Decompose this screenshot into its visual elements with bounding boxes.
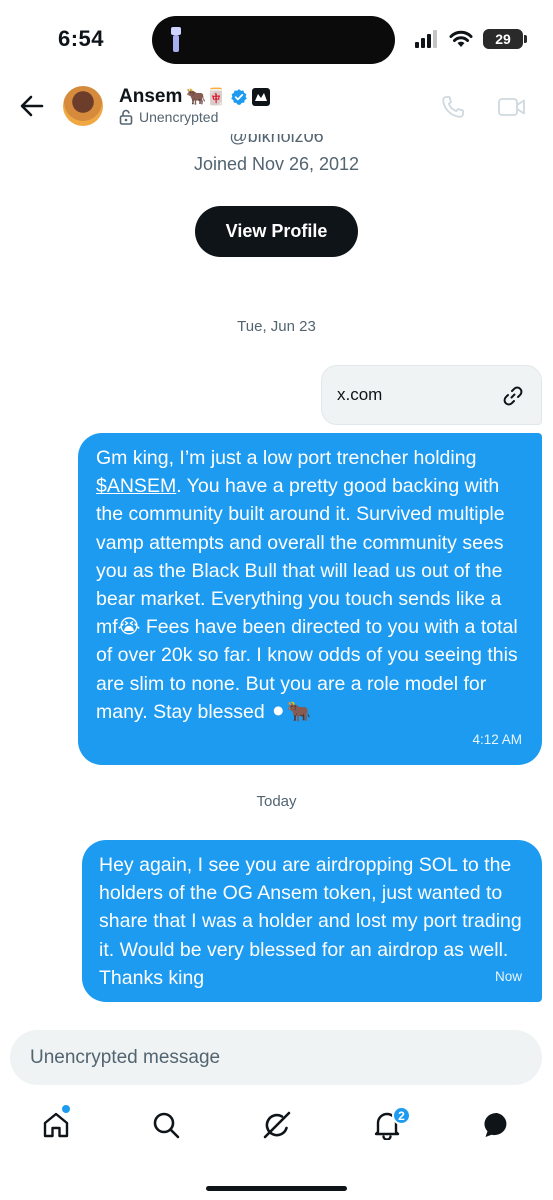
message-bubble[interactable]: Gm king, I’m just a low port trencher ho… xyxy=(78,433,542,765)
date-separator: Tue, Jun 23 xyxy=(237,318,316,335)
search-icon[interactable] xyxy=(151,1110,181,1140)
conversation-header: Ansem 🐂🀄 Unencrypted xyxy=(0,80,553,134)
encryption-label: Unencrypted xyxy=(139,109,219,125)
home-unread-dot xyxy=(62,1105,70,1113)
profile-joined-date: Joined Nov 26, 2012 xyxy=(193,154,360,174)
flashlight-icon xyxy=(171,27,181,52)
contact-name-row[interactable]: Ansem 🐂🀄 xyxy=(119,86,271,108)
avatar[interactable] xyxy=(63,86,103,126)
phone-icon[interactable] xyxy=(440,94,466,120)
notification-count-badge: 2 xyxy=(392,1106,411,1125)
status-icons: 29 xyxy=(415,28,527,50)
wifi-icon xyxy=(449,30,473,47)
message-bubble[interactable]: Hey again, I see you are airdropping SOL… xyxy=(82,840,542,1002)
link-preview-card[interactable]: x.com xyxy=(321,365,542,425)
cashtag-link[interactable]: $ANSEM xyxy=(96,475,176,497)
grok-icon[interactable] xyxy=(262,1110,292,1140)
status-bar: 6:54 29 xyxy=(0,0,553,80)
bottom-tab-bar xyxy=(0,1100,553,1152)
arrow-left-icon[interactable] xyxy=(18,92,46,120)
home-icon[interactable] xyxy=(41,1110,71,1140)
battery-level: 29 xyxy=(495,31,511,47)
message-input[interactable] xyxy=(10,1030,542,1085)
unlocked-icon xyxy=(119,109,133,125)
home-indicator xyxy=(206,1186,347,1191)
date-separator: Today xyxy=(256,793,297,810)
messages-icon[interactable] xyxy=(482,1110,512,1140)
affiliate-badge-icon xyxy=(252,88,271,106)
battery-icon: 29 xyxy=(483,29,527,49)
message-timestamp: Now xyxy=(494,968,522,984)
name-emojis: 🐂🀄 xyxy=(186,89,227,106)
message-text-part: . You have a pretty good backing with th… xyxy=(96,475,518,723)
message-text: Gm king, I’m just a low port trencher ho… xyxy=(96,444,526,726)
verified-badge-icon xyxy=(231,89,247,105)
message-text: Hey again, I see you are airdropping SOL… xyxy=(99,854,522,989)
dynamic-island xyxy=(152,16,395,64)
encryption-status: Unencrypted xyxy=(119,109,218,125)
link-domain: x.com xyxy=(337,385,383,404)
contact-name: Ansem xyxy=(119,86,183,107)
message-text-part: Gm king, I’m just a low port trencher ho… xyxy=(96,447,477,469)
status-time: 6:54 xyxy=(58,26,105,51)
message-timestamp: 4:12 AM xyxy=(472,731,522,747)
view-profile-button[interactable]: View Profile xyxy=(195,206,358,257)
signal-icon xyxy=(415,30,437,48)
link-icon xyxy=(503,386,523,406)
video-camera-icon[interactable] xyxy=(497,94,527,120)
